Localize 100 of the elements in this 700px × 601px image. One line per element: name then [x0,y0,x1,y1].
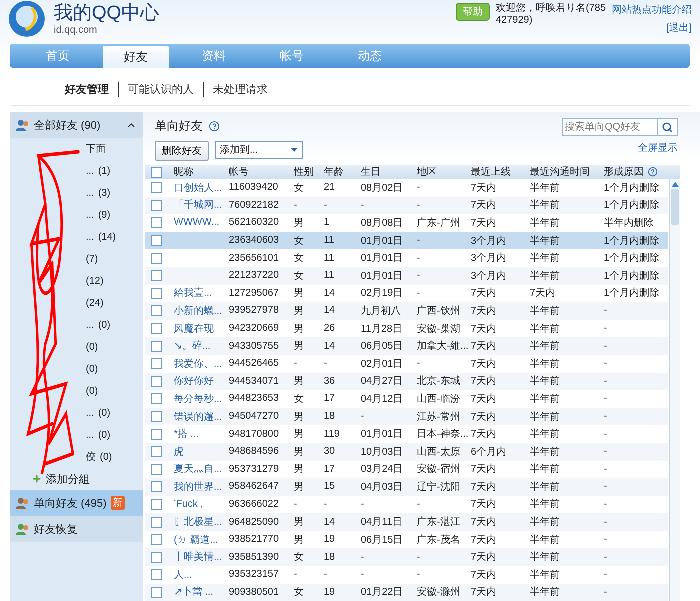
nickname-link[interactable]: WWWW... [174,217,220,228]
table-row[interactable]: 我的世界... 958462647 男 15 04月03日 辽宁-沈阳 7天内 半年前 - [145,478,668,496]
group-name[interactable]: ... [86,430,94,440]
scroll-up-icon[interactable] [672,182,678,187]
table-row[interactable]: 〖北极星... 964825090 男 14 04月11日 广东-湛江 7天内 半年前 - [145,513,668,531]
row-checkbox[interactable] [151,428,162,440]
row-checkbox[interactable] [151,498,162,510]
table-row[interactable]: 236340603 女 11 01月01日 - 3个月内 半年前 1个月内删除 [145,232,668,250]
table-cell-text: 14 [323,288,336,299]
table-row[interactable]: ↘。碎... 943305755 男 14 06月05日 加拿大-維... 7天内 半年前 - [145,337,668,355]
nickname-link[interactable]: (ㄉ 霸道... [174,534,218,546]
group-name[interactable]: 佼 [86,450,96,464]
table-row[interactable]: 错误的邂... 945047270 男 18 - 江苏-常州 7天内 半年前 - [145,408,668,426]
sidebar-item[interactable]: 好友恢复 [10,516,143,542]
sidebar-item[interactable]: 单向好友 (495) 新 [10,490,143,516]
nickname-link[interactable]: 〖北极星... [174,517,222,528]
row-checkbox[interactable] [151,411,162,422]
row-checkbox[interactable] [151,516,162,528]
logout-link[interactable]: [退出] [666,21,692,35]
scrollbar[interactable] [669,179,680,601]
row-checkbox[interactable] [151,200,162,211]
table-cell-text: 江苏-常州 [416,410,462,424]
row-checkbox[interactable] [151,252,162,264]
nickname-link[interactable]: ↘。碎... [174,341,211,352]
group-name[interactable]: 下面 [86,142,106,156]
row-checkbox[interactable] [151,358,162,370]
row-checkbox[interactable] [151,464,162,475]
row-checkbox[interactable] [151,446,162,458]
row-checkbox[interactable] [151,182,162,194]
nickname-link[interactable]: 丨唯美情... [174,552,222,564]
row-checkbox[interactable] [151,481,162,492]
nickname-link[interactable]: 給我壹... [174,288,212,300]
nickname-link[interactable]: 口创始人... [174,182,222,194]
nickname-link[interactable]: 人... [174,570,192,581]
nickname-link[interactable]: 小新的蠟... [174,306,222,317]
search-field[interactable]: 搜索单向QQ好友 [562,118,678,136]
table-cell-text: 04月11日 [360,516,404,530]
fullscreen-link[interactable]: 全屏显示 [638,141,678,155]
row-checkbox[interactable] [151,270,162,282]
table-cell-text: 7天内 [470,286,498,300]
nickname-link[interactable]: 「千城网... [174,200,222,212]
row-checkbox[interactable] [151,235,162,246]
group-name[interactable]: ... [86,408,94,418]
row-checkbox[interactable] [151,323,162,334]
group-name[interactable]: ... [86,188,94,198]
nickname-link[interactable]: 夏天灬自... [174,464,222,476]
column-header: 最近上线 [471,166,511,179]
nickname-link[interactable]: 错误的邂... [174,412,222,423]
table-row[interactable]: 小新的蠟... 939527978 男 14 九月初八 广西-钦州 7天内 半年前 - [145,302,668,320]
delete-friend-button[interactable]: 删除好友 [155,141,209,161]
table-cell-text: 半年前 [529,234,561,248]
nickname-link[interactable]: *搭 ... [174,429,200,440]
table-row[interactable]: ↗卜當 ... 909380501 女 19 01月22日 安徽-滁州 7天内 半年前 - [145,584,668,601]
row-checkbox[interactable] [151,534,162,546]
table-cell-text: 男 [293,287,305,300]
nickname-link[interactable]: 我的世界... [174,482,222,493]
add-group-link[interactable]: 添加分組 [46,472,90,486]
nickname-link[interactable]: 风魔在现 [174,324,214,335]
table-row[interactable]: 你好你好 944534071 男 36 04月27日 北京-东城 7天内 半年前 - [145,372,668,390]
select-all-checkbox[interactable] [151,166,162,178]
table-cell-text: 九月初八 [360,304,402,318]
group-name[interactable]: ... [86,210,94,220]
row-checkbox[interactable] [151,569,162,580]
group-name[interactable]: ... [86,320,94,330]
row-checkbox[interactable] [151,305,162,316]
row-checkbox[interactable] [151,393,162,404]
row-checkbox[interactable] [151,376,162,387]
group-name[interactable]: ... [86,232,94,242]
people-icon [16,496,30,510]
help-icon[interactable] [648,167,658,177]
table-cell-text: 广东-湛江 [416,516,462,530]
nickname-link[interactable]: 每分每秒... [174,394,222,405]
nickname-link[interactable]: 虎 [174,446,184,458]
sidebar-item[interactable]: 全部好友 (90) [10,112,143,138]
help-icon[interactable] [209,121,220,132]
add-to-dropdown[interactable]: 添加到... [215,141,303,159]
nav-tab[interactable]: 好友 [103,46,169,68]
row-checkbox[interactable] [151,217,162,228]
table-cell-text: 236340603 [228,235,280,246]
nickname-link[interactable]: 我爱你、... [174,358,222,370]
table-row[interactable]: ’Fuck , 963666022 - - - - 7天内 半年前 - [145,496,668,514]
table-row[interactable]: 「千城网... 760922182 - - - - 7天内 半年前 1个月内删除 [145,196,668,214]
row-checkbox[interactable] [151,340,162,352]
nickname-link[interactable]: ’Fuck , [174,498,204,510]
row-checkbox[interactable] [151,586,162,598]
feature-intro-link[interactable]: 网站热点功能介绍 [612,3,692,17]
subnav-link[interactable]: 可能认识的人 [118,82,194,97]
group-name[interactable]: ... [86,166,94,176]
nickname-link[interactable]: ↗卜當 ... [174,587,214,598]
row-checkbox[interactable] [151,552,162,563]
table-row[interactable]: 丨唯美情... 935851390 女 18 - - 7天内 半年前 - [145,548,668,566]
row-checkbox[interactable] [151,288,162,299]
table-row[interactable]: 221237220 女 11 01月01日 - 3个月内 半年前 1个月内删除 [145,266,668,285]
table-cell-text: 男 [293,340,305,354]
subnav-link[interactable]: 好友管理 [65,82,109,97]
nickname-link[interactable]: 你好你好 [174,376,214,388]
scroll-thumb[interactable] [671,189,679,225]
table-row[interactable]: 虎 948684596 男 30 10月03日 山西-太原 6个月内 半年前 - [145,442,668,460]
table-cell-text: 男 [293,410,305,424]
subnav-link[interactable]: 未处理请求 [203,82,268,97]
